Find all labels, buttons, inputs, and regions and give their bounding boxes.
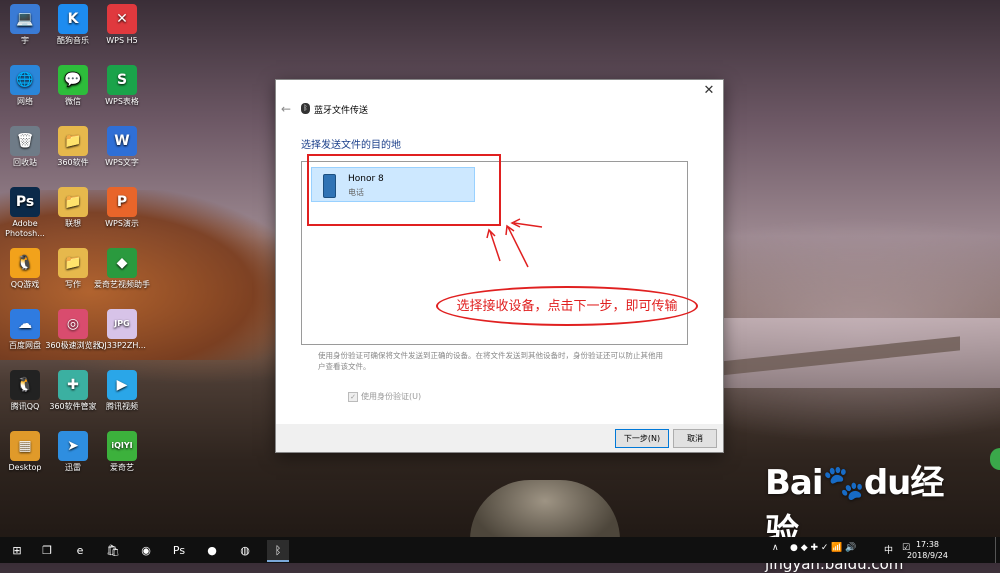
auth-description: 使用身份验证可确保将文件发送到正确的设备。在将文件发送到其他设备时，身份验证还可…	[318, 351, 663, 371]
highlight-rectangle	[307, 154, 501, 226]
desktop-icon[interactable]: iQIYI 爱奇艺	[92, 431, 152, 473]
desktop-icon-label: QJ33P2ZH...	[98, 341, 146, 350]
taskbar-photoshop-icon[interactable]: Ps	[168, 540, 190, 560]
ime-indicator[interactable]: 中	[884, 543, 893, 556]
desktop-icon-label: WPS文字	[105, 158, 139, 167]
app-icon: ▦	[10, 431, 40, 461]
app-icon: ☁	[10, 309, 40, 339]
desktop-icon[interactable]: JPG QJ33P2ZH...	[92, 309, 152, 351]
clock-time: 17:38	[915, 540, 940, 549]
dialog-heading: 选择发送文件的目的地	[301, 140, 401, 151]
taskbar-task-view-icon[interactable]: ❐	[36, 540, 58, 560]
clock-date: 2018/9/24	[906, 551, 948, 560]
cancel-button[interactable]: 取消	[673, 429, 717, 448]
desktop-icon-label: 爱奇艺	[110, 463, 134, 472]
desktop-icon-label: WPS表格	[105, 97, 139, 106]
taskbar: ⊞ ❐ e 🛍 ◉ Ps ● ◍ ᛒ ∧ ● ◆ ✚ ✓ 📶 🔊 中 ☑ 17:38 2018…	[0, 537, 1000, 563]
app-icon: W	[107, 126, 137, 156]
baidu-jingyan-watermark: Bai🐾du经验 jingyan.baidu.com	[765, 455, 950, 573]
next-button[interactable]: 下一步(N)	[615, 429, 669, 448]
start-button[interactable]: ⊞	[6, 540, 28, 560]
app-icon: 🐧	[10, 370, 40, 400]
show-desktop-button[interactable]	[995, 537, 1000, 563]
desktop-icon-label: WPS演示	[105, 219, 139, 228]
app-icon: ➤	[58, 431, 88, 461]
auth-checkbox-label: 使用身份验证(U)	[361, 392, 422, 401]
app-icon: iQIYI	[107, 431, 137, 461]
checkbox-icon[interactable]: ✓	[348, 391, 358, 402]
app-icon: ◎	[58, 309, 88, 339]
app-icon: K	[58, 4, 88, 34]
taskbar-browser-icon[interactable]: ◉	[135, 540, 157, 560]
app-icon: ✚	[58, 370, 88, 400]
system-clock[interactable]: 17:38 2018/9/24	[907, 539, 948, 561]
taskbar-edge-icon[interactable]: e	[69, 540, 91, 560]
dialog-footer: 下一步(N) 取消	[276, 424, 723, 452]
app-icon: ◆	[107, 248, 137, 278]
bluetooth-icon: ᛒ	[301, 103, 310, 114]
annotation-arrows	[486, 218, 543, 268]
desktop-icon[interactable]: ▶ 腾讯视频	[92, 370, 152, 412]
app-icon: JPG	[107, 309, 137, 339]
app-icon: P	[107, 187, 137, 217]
tray-chevron-icon[interactable]: ∧	[772, 543, 779, 553]
taskbar-bluetooth-icon[interactable]: ᛒ	[267, 540, 289, 562]
desktop-icon-label: 腾讯视频	[106, 402, 138, 411]
desktop-icon[interactable]: W WPS文字	[92, 126, 152, 168]
taskbar-game-app-icon[interactable]: ◍	[234, 540, 256, 560]
side-float-button[interactable]	[990, 448, 1000, 470]
app-icon: ✕	[107, 4, 137, 34]
taskbar-store-icon[interactable]: 🛍	[102, 540, 124, 560]
app-icon: 🐧	[10, 248, 40, 278]
desktop-icon[interactable]: ✕ WPS H5	[92, 4, 152, 46]
auth-checkbox[interactable]: ✓ 使用身份验证(U)	[348, 391, 421, 402]
tray-app-icons[interactable]: ● ◆ ✚ ✓ 📶 🔊	[790, 543, 857, 553]
app-icon: 🗑	[10, 126, 40, 156]
taskbar-color-app-icon[interactable]: ●	[201, 540, 223, 560]
app-icon: 💬	[58, 65, 88, 95]
app-icon: 🌐	[10, 65, 40, 95]
close-icon[interactable]: ✕	[701, 83, 717, 99]
app-icon: 📁	[58, 187, 88, 217]
app-icon: 📁	[58, 126, 88, 156]
desktop-icon[interactable]: S WPS表格	[92, 65, 152, 107]
desktop-icon[interactable]: ◆ 爱奇艺视频助手	[92, 248, 152, 290]
app-icon: 📁	[58, 248, 88, 278]
desktop-icon[interactable]: P WPS演示	[92, 187, 152, 229]
dialog-title: 蓝牙文件传送	[314, 106, 369, 116]
app-icon: Ps	[10, 187, 40, 217]
annotation-text: 选择接收设备，点击下一步，即可传输	[456, 299, 678, 314]
back-arrow-icon[interactable]: ←	[281, 102, 291, 116]
app-icon: 💻	[10, 4, 40, 34]
app-icon: S	[107, 65, 137, 95]
desktop-icon-label: 爱奇艺视频助手	[94, 280, 150, 289]
app-icon: ▶	[107, 370, 137, 400]
desktop-icon-label: WPS H5	[106, 36, 138, 45]
